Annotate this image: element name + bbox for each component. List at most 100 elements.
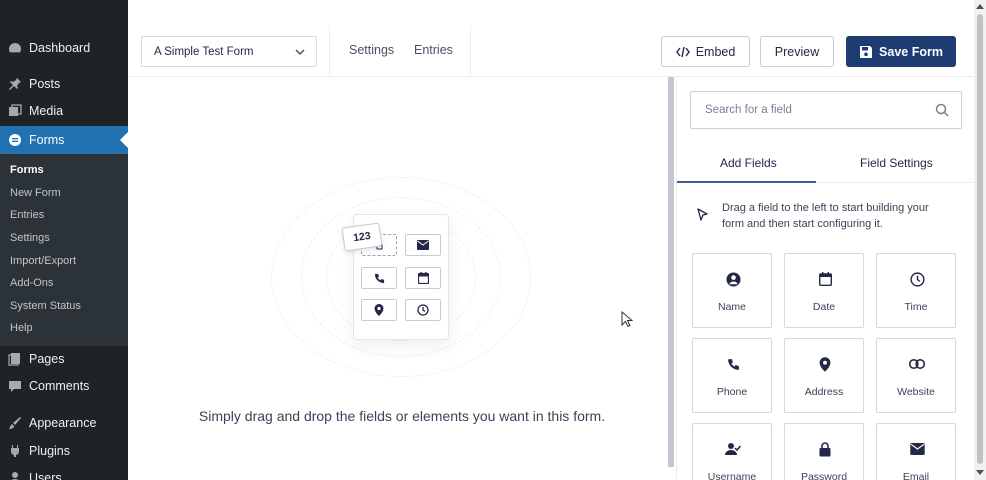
lock-icon bbox=[817, 441, 833, 457]
dashboard-icon bbox=[8, 41, 22, 55]
field-button-date[interactable]: Date bbox=[784, 253, 864, 328]
embed-button-label: Embed bbox=[695, 44, 736, 59]
phone-tile bbox=[361, 267, 397, 289]
canvas-scrollbar[interactable] bbox=[668, 77, 674, 467]
submenu-item-import-export[interactable]: Import/Export bbox=[10, 255, 76, 267]
clock-icon bbox=[909, 271, 925, 287]
calendar-icon bbox=[817, 271, 833, 287]
field-button-password[interactable]: Password bbox=[784, 423, 864, 480]
submenu-item-system-status[interactable]: System Status bbox=[10, 300, 81, 312]
scroll-down-arrow-icon[interactable] bbox=[976, 470, 984, 475]
toolbar-divider bbox=[470, 26, 471, 76]
field-button-label: Phone bbox=[716, 386, 748, 398]
sidebar-item-label: Plugins bbox=[29, 444, 70, 458]
envelope-tile bbox=[405, 234, 441, 256]
form-canvas[interactable]: 123 Simply drag and drop the fields or e… bbox=[128, 77, 668, 480]
preview-button-label: Preview bbox=[774, 44, 820, 59]
search-icon[interactable] bbox=[935, 103, 949, 117]
phone-icon bbox=[374, 273, 384, 283]
phone-icon bbox=[725, 356, 741, 372]
pages-icon bbox=[8, 352, 22, 366]
comment-icon bbox=[8, 379, 22, 393]
preview-button[interactable]: Preview bbox=[760, 36, 834, 67]
field-sidebar: Add Fields Field Settings Drag a field t… bbox=[676, 77, 975, 480]
sidebar-item-dashboard[interactable]: Dashboard bbox=[0, 34, 128, 62]
sidebar-item-label: Posts bbox=[29, 77, 61, 91]
person-icon bbox=[725, 271, 741, 287]
sidebar-item-label: Media bbox=[29, 104, 64, 118]
field-search-input[interactable] bbox=[705, 104, 925, 116]
sidebar-item-media[interactable]: Media bbox=[0, 97, 128, 125]
sidebar-item-label: Pages bbox=[29, 352, 65, 366]
save-form-button[interactable]: Save Form bbox=[846, 36, 956, 67]
add-fields-hint: Drag a field to the left to start buildi… bbox=[722, 202, 929, 230]
sidebar-item-label: Forms bbox=[29, 133, 65, 147]
sidebar-item-plugins[interactable]: Plugins bbox=[0, 437, 128, 465]
submenu-item-add-ons[interactable]: Add-Ons bbox=[10, 277, 53, 289]
map-pin-icon bbox=[374, 304, 384, 316]
calendar-icon bbox=[417, 272, 429, 284]
field-button-email[interactable]: Email bbox=[876, 423, 956, 480]
sidebar-item-label: Users bbox=[29, 471, 62, 480]
field-button-label: Date bbox=[812, 301, 836, 313]
forms-submenu: Forms New Form Entries Settings Import/E… bbox=[0, 154, 128, 346]
scrollbar-thumb[interactable] bbox=[977, 14, 983, 464]
map-pin-icon bbox=[817, 356, 833, 372]
entries-link[interactable]: Entries bbox=[414, 43, 453, 57]
sidebar-item-forms[interactable]: Forms bbox=[0, 126, 128, 154]
sidebar-item-appearance[interactable]: Appearance bbox=[0, 409, 128, 437]
floppy-disk-icon bbox=[859, 45, 873, 59]
tab-add-fields[interactable]: Add Fields bbox=[720, 156, 777, 170]
field-button-username[interactable]: Username bbox=[692, 423, 772, 480]
active-tab-indicator bbox=[677, 181, 816, 183]
page-scrollbar[interactable] bbox=[974, 0, 986, 480]
pin-icon bbox=[8, 77, 22, 91]
sidebar-item-label: Comments bbox=[29, 379, 90, 393]
calendar-tile bbox=[405, 267, 441, 289]
forms-icon bbox=[8, 133, 22, 147]
sidebar-item-users[interactable]: Users bbox=[0, 464, 128, 480]
field-button-label: Time bbox=[904, 301, 928, 313]
plugin-icon bbox=[8, 444, 22, 458]
submenu-item-help[interactable]: Help bbox=[10, 322, 33, 334]
code-icon bbox=[675, 46, 690, 58]
sidebar-item-posts[interactable]: Posts bbox=[0, 70, 128, 98]
link-icon bbox=[909, 356, 925, 372]
field-button-label: Address bbox=[804, 386, 844, 398]
submenu-item-forms[interactable]: Forms bbox=[10, 164, 44, 176]
field-button-address[interactable]: Address bbox=[784, 338, 864, 413]
embed-button[interactable]: Embed bbox=[661, 36, 750, 67]
app-window: Dashboard Posts Media Forms Forms New Fo… bbox=[0, 0, 986, 480]
field-button-label: Username bbox=[707, 471, 757, 480]
submenu-item-new-form[interactable]: New Form bbox=[10, 187, 61, 199]
map-pin-tile bbox=[361, 299, 397, 321]
tab-field-settings[interactable]: Field Settings bbox=[860, 156, 933, 170]
submenu-item-entries[interactable]: Entries bbox=[10, 209, 44, 221]
save-form-button-label: Save Form bbox=[879, 44, 943, 59]
clock-tile bbox=[405, 299, 441, 321]
field-button-phone[interactable]: Phone bbox=[692, 338, 772, 413]
sidebar-item-pages[interactable]: Pages bbox=[0, 345, 128, 373]
form-switcher-value: A Simple Test Form bbox=[154, 45, 254, 58]
user-check-icon bbox=[725, 441, 741, 457]
toolbar-divider bbox=[329, 26, 330, 76]
submenu-item-settings[interactable]: Settings bbox=[10, 232, 50, 244]
settings-link[interactable]: Settings bbox=[349, 43, 394, 57]
sidebar-item-label: Dashboard bbox=[29, 41, 91, 55]
chevron-down-icon bbox=[295, 49, 305, 56]
users-icon bbox=[8, 471, 22, 480]
brush-icon bbox=[8, 416, 22, 430]
empty-state-message: Simply drag and drop the fields or eleme… bbox=[198, 408, 606, 424]
field-search[interactable] bbox=[690, 91, 962, 129]
field-button-label: Name bbox=[717, 301, 746, 313]
form-switcher-select[interactable]: A Simple Test Form bbox=[141, 36, 317, 67]
field-button-name[interactable]: Name bbox=[692, 253, 772, 328]
sidebar-item-comments[interactable]: Comments bbox=[0, 372, 128, 400]
clock-icon bbox=[417, 304, 429, 316]
field-button-time[interactable]: Time bbox=[876, 253, 956, 328]
field-button-website[interactable]: Website bbox=[876, 338, 956, 413]
envelope-icon bbox=[417, 240, 429, 250]
scroll-up-arrow-icon[interactable] bbox=[976, 4, 984, 9]
field-button-label: Password bbox=[800, 471, 848, 480]
sidebar-item-label: Appearance bbox=[29, 416, 97, 430]
